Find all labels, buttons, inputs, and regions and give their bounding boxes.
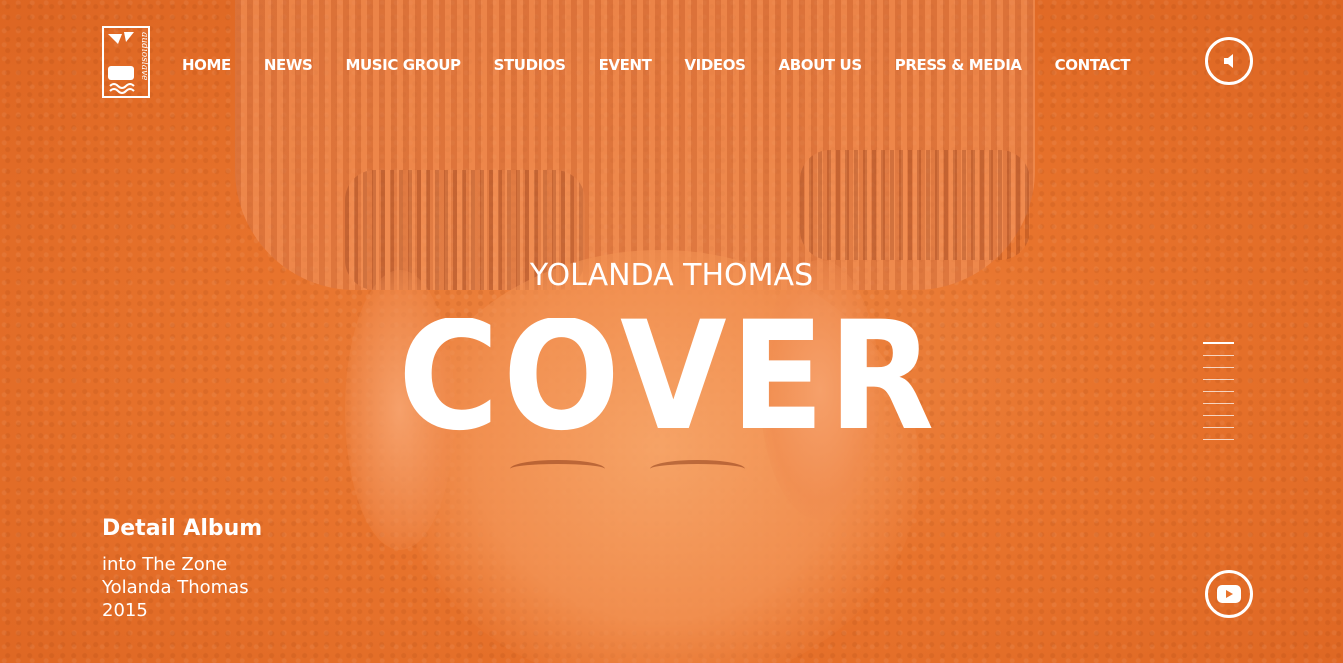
album-details-heading: Detail Album: [102, 516, 263, 541]
artist-name: YOLANDA THOMAS: [529, 258, 814, 293]
youtube-button[interactable]: [1205, 570, 1253, 618]
nav-item-press-media[interactable]: PRESS & MEDIA: [895, 56, 1022, 74]
nav-item-contact[interactable]: CONTACT: [1055, 56, 1131, 74]
slide-indicator-item[interactable]: [1203, 415, 1234, 416]
speaker-icon: [1224, 54, 1233, 68]
album-details: Detail Album into The Zone Yolanda Thoma…: [102, 516, 262, 622]
slide-indicator-item[interactable]: [1203, 403, 1234, 404]
nav-item-studios[interactable]: STUDIOS: [494, 56, 566, 74]
slide-indicator: [1203, 342, 1234, 451]
nav-item-event[interactable]: EVENT: [599, 56, 652, 74]
nav-item-about-us[interactable]: ABOUT US: [779, 56, 863, 74]
slide-indicator-item[interactable]: [1203, 379, 1234, 380]
nav-item-home[interactable]: HOME: [182, 56, 231, 74]
nav-item-videos[interactable]: VIDEOS: [684, 56, 745, 74]
youtube-icon: [1217, 585, 1241, 603]
nav-item-news[interactable]: NEWS: [264, 56, 313, 74]
slide-indicator-item[interactable]: [1203, 439, 1234, 440]
logo-mark-icon: audioslave: [108, 32, 148, 94]
brand-logo[interactable]: audioslave: [102, 26, 150, 98]
slide-indicator-item[interactable]: [1203, 391, 1234, 392]
slide-indicator-item[interactable]: [1203, 427, 1234, 428]
nav-item-music-group[interactable]: MUSIC GROUP: [345, 56, 461, 74]
slide-indicator-item[interactable]: [1203, 367, 1234, 368]
album-title: COVER: [398, 318, 938, 434]
sound-toggle-button[interactable]: [1205, 37, 1253, 85]
slide-indicator-item[interactable]: [1203, 342, 1234, 344]
album-details-line: Yolanda Thomas: [102, 577, 249, 598]
album-details-line: into The Zone: [102, 554, 228, 575]
slide-indicator-item[interactable]: [1203, 355, 1234, 356]
main-nav: HOME NEWS MUSIC GROUP STUDIOS EVENT VIDE…: [182, 56, 1163, 74]
logo-wordmark: audioslave: [139, 32, 148, 81]
album-details-line: 2015: [102, 600, 148, 621]
hero-section: audioslave HOME NEWS MUSIC GROUP STUDIOS…: [0, 0, 1343, 663]
album-title-text: COVER: [398, 318, 938, 434]
hero-photo-eye-right: [650, 460, 745, 478]
hero-photo-eye-left: [510, 460, 605, 478]
